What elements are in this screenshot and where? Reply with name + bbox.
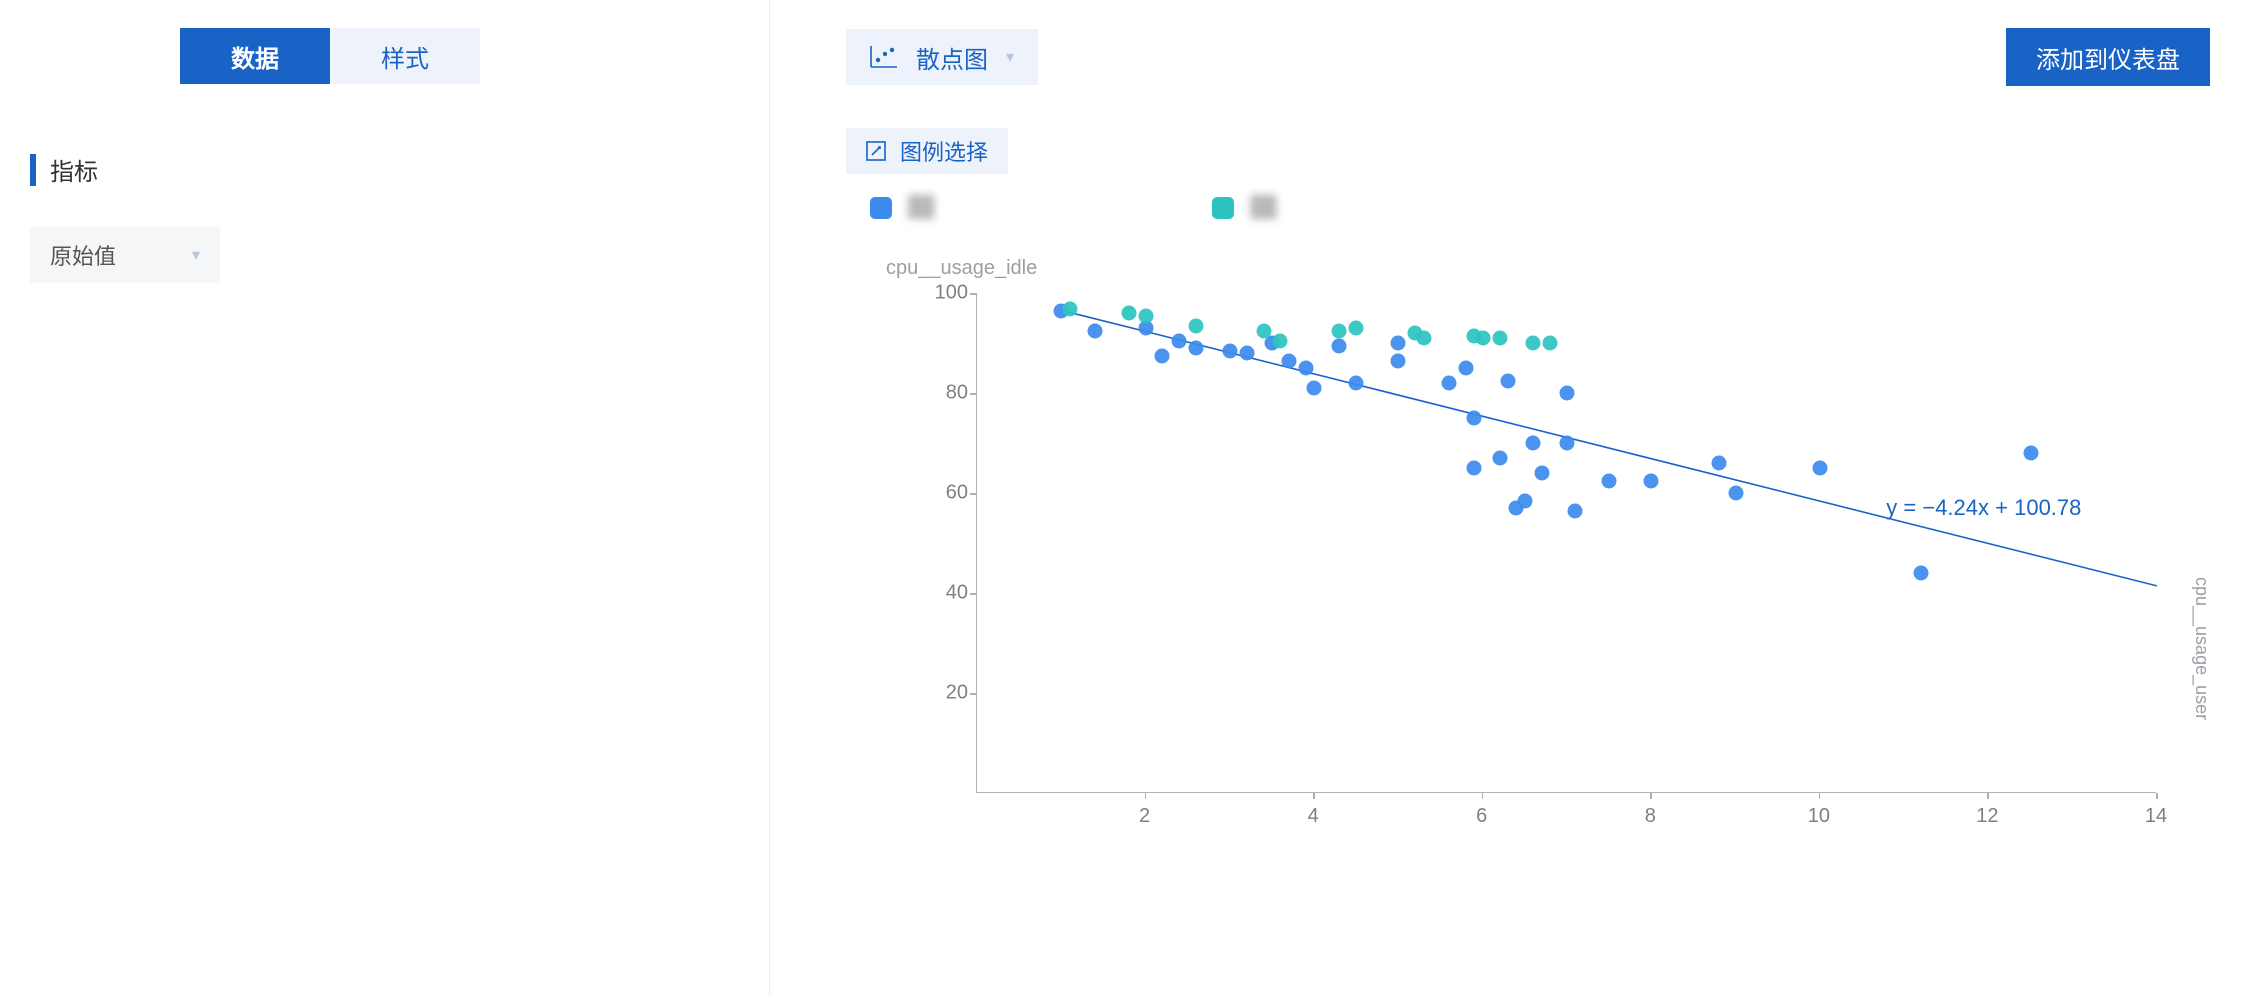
value-mode-label: 原始值 [50, 239, 116, 271]
data-point [1812, 461, 1827, 476]
data-point [1728, 486, 1743, 501]
data-point [1222, 343, 1237, 358]
data-point [1172, 333, 1187, 348]
data-point [1349, 321, 1364, 336]
data-point [1711, 456, 1726, 471]
data-point [1534, 466, 1549, 481]
legend-label-1: ██ [908, 196, 932, 219]
data-point [1189, 318, 1204, 333]
y-tick-label: 100 [930, 282, 968, 305]
data-point [1239, 346, 1254, 361]
y-axis-title: cpu__usage_idle [886, 257, 1037, 280]
legend-label-2: ██ [1250, 196, 1274, 219]
chevron-down-icon: ▾ [1006, 47, 1014, 67]
data-point [2023, 446, 2038, 461]
data-point [1543, 336, 1558, 351]
data-point [1568, 503, 1583, 518]
chart-type-select[interactable]: 散点图 ▾ [846, 29, 1038, 85]
section-accent-bar [30, 154, 36, 186]
x-tick-label: 14 [2145, 805, 2167, 828]
x-axis-title: cpu__usage_user [2191, 577, 2212, 720]
x-tick-label: 6 [1476, 805, 1487, 828]
data-point [1517, 493, 1532, 508]
y-tick-label: 40 [930, 582, 968, 605]
chevron-down-icon: ▾ [192, 245, 200, 265]
data-point [1475, 331, 1490, 346]
legend-item-1[interactable]: ██ [870, 196, 932, 219]
y-tick-label: 60 [930, 482, 968, 505]
data-point [1088, 323, 1103, 338]
config-tabs: 数据 样式 [180, 28, 739, 84]
data-point [1307, 381, 1322, 396]
data-point [1560, 386, 1575, 401]
trend-equation: y = −4.24x + 100.78 [1886, 495, 2081, 521]
chart-toolbar: 散点图 ▾ 添加到仪表盘 [846, 28, 2210, 86]
value-mode-select[interactable]: 原始值 ▾ [30, 227, 220, 283]
y-tick-label: 20 [930, 682, 968, 705]
x-tick-label: 2 [1139, 805, 1150, 828]
data-point [1138, 308, 1153, 323]
trendline [977, 293, 2157, 793]
data-point [1062, 302, 1077, 317]
data-point [1914, 566, 1929, 581]
x-tick-label: 10 [1808, 805, 1830, 828]
legend-swatch-2 [1212, 197, 1234, 219]
tab-data[interactable]: 数据 [180, 28, 330, 84]
data-point [1442, 376, 1457, 391]
data-point [1526, 336, 1541, 351]
data-point [1391, 353, 1406, 368]
data-point [1391, 336, 1406, 351]
chart-panel: 散点图 ▾ 添加到仪表盘 图例选择 ██ ██ cpu__usage_idle … [810, 0, 2246, 996]
left-config-panel: 数据 样式 指标 原始值 ▾ [0, 0, 770, 996]
data-point [1560, 436, 1575, 451]
data-point [1602, 473, 1617, 488]
legend-select-icon [866, 141, 886, 161]
x-tick-label: 8 [1645, 805, 1656, 828]
data-point [1121, 306, 1136, 321]
section-metrics-label: 指标 [50, 152, 98, 187]
legend-select-label: 图例选择 [900, 135, 988, 167]
data-point [1458, 361, 1473, 376]
data-point [1155, 348, 1170, 363]
data-point [1526, 436, 1541, 451]
data-point [1273, 333, 1288, 348]
legend-swatch-1 [870, 197, 892, 219]
data-point [1298, 361, 1313, 376]
add-to-dashboard-button[interactable]: 添加到仪表盘 [2006, 28, 2210, 86]
y-tick-label: 80 [930, 382, 968, 405]
section-metrics: 指标 [30, 152, 739, 187]
data-point [1256, 323, 1271, 338]
data-point [1281, 353, 1296, 368]
data-point [1332, 323, 1347, 338]
legend-select-button[interactable]: 图例选择 [846, 128, 1008, 174]
scatter-chart-icon [870, 46, 898, 68]
x-tick-label: 12 [1976, 805, 1998, 828]
data-point [1349, 376, 1364, 391]
legend-item-2[interactable]: ██ [1212, 196, 1274, 219]
data-point [1501, 373, 1516, 388]
legend-row: ██ ██ [870, 196, 2210, 219]
x-tick-label: 4 [1308, 805, 1319, 828]
data-point [1467, 411, 1482, 426]
data-point [1189, 341, 1204, 356]
chart-container: cpu__usage_idle cpu__usage_user y = −4.2… [886, 257, 2186, 857]
chart-type-label: 散点图 [916, 40, 988, 75]
data-point [1416, 331, 1431, 346]
tab-style[interactable]: 样式 [330, 28, 480, 84]
data-point [1467, 461, 1482, 476]
data-point [1332, 338, 1347, 353]
data-point [1644, 473, 1659, 488]
data-point [1492, 331, 1507, 346]
data-point [1492, 451, 1507, 466]
plot-area [976, 293, 2156, 793]
